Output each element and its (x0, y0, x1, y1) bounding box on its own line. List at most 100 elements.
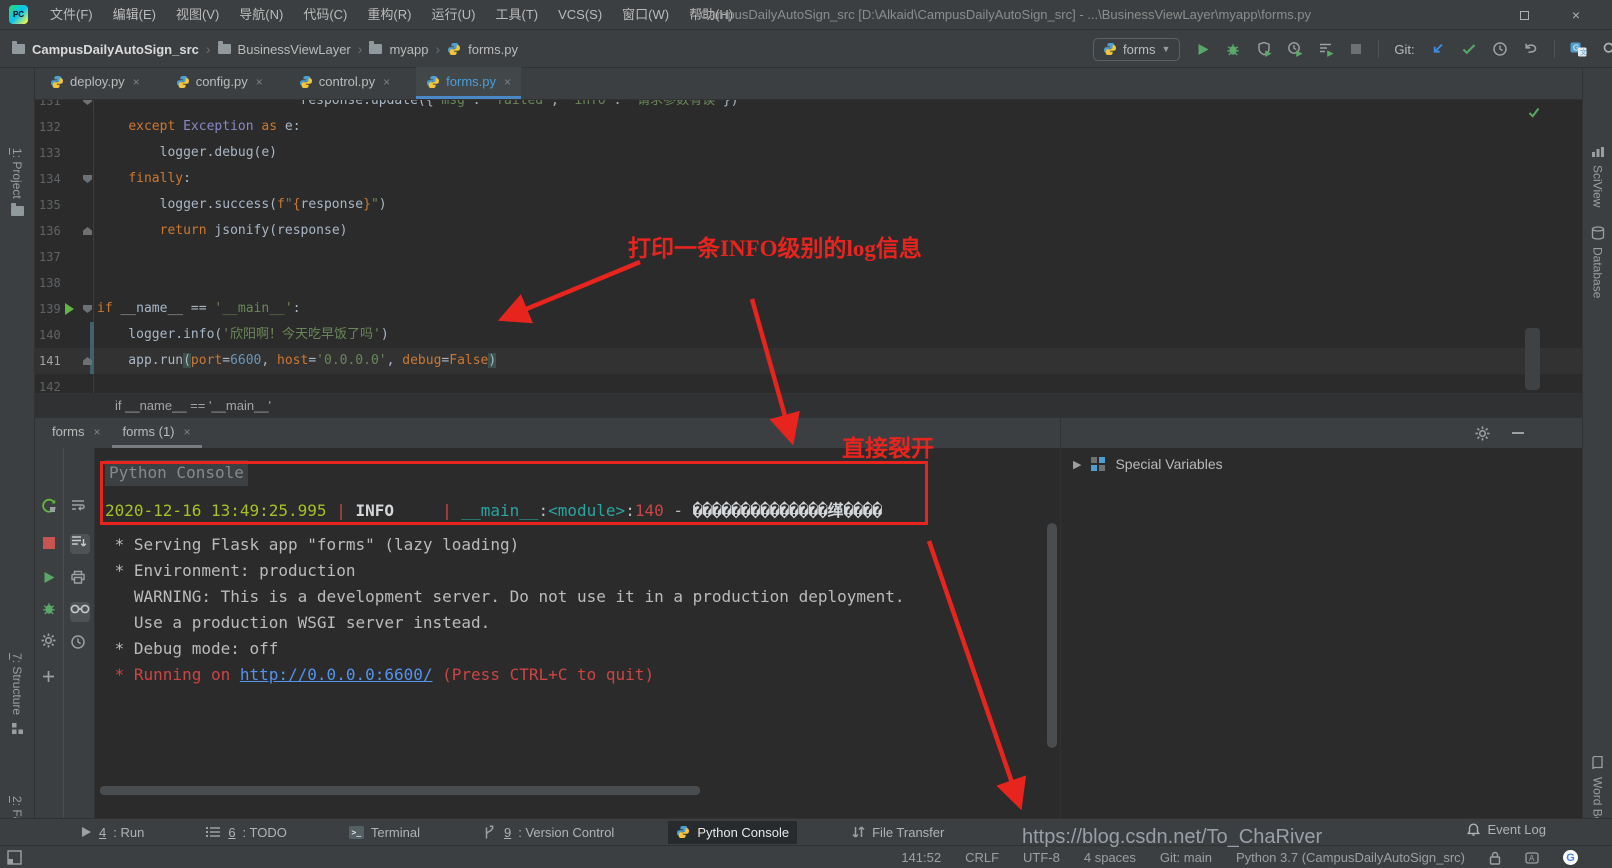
code-line-131[interactable]: 131 response.update({'msg': 'failed', 'i… (35, 100, 1582, 114)
google-translate-icon[interactable]: G (1563, 850, 1578, 865)
status-item-0[interactable]: 141:52 (901, 850, 941, 865)
console-settings-button[interactable] (41, 633, 61, 653)
close-icon[interactable]: × (133, 75, 140, 89)
toolwindow-button-python-console[interactable]: Python Console (668, 821, 797, 844)
menu-item-9[interactable]: 窗口(W) (612, 0, 679, 30)
menu-item-3[interactable]: 导航(N) (229, 0, 293, 30)
code-line-138[interactable]: 138 (35, 270, 1582, 296)
toolwindow-button-todo[interactable]: 6: TODO (198, 821, 295, 844)
hide-panel-button[interactable] (1512, 432, 1524, 434)
stripe-sciview[interactable]: SciView (1583, 146, 1612, 207)
resume-button[interactable] (41, 570, 61, 590)
status-item-3[interactable]: 4 spaces (1084, 850, 1136, 865)
profiler-button[interactable] (1287, 41, 1303, 57)
console-tab-0[interactable]: forms× (41, 418, 112, 448)
toolwindow-toggle-icon[interactable] (7, 850, 22, 868)
editor-tab-deploy-py[interactable]: deploy.py× (40, 67, 150, 99)
toolwindow-button-terminal[interactable]: >_Terminal (341, 821, 428, 844)
fold-marker-icon[interactable] (83, 100, 92, 105)
run-button[interactable] (1195, 42, 1210, 57)
lock-icon[interactable] (1489, 851, 1501, 865)
menu-item-8[interactable]: VCS(S) (548, 0, 612, 30)
toolwindow-button-version-control[interactable]: 9: Version Control (474, 821, 622, 844)
close-button[interactable]: × (1568, 7, 1584, 23)
terminal-icon: >_ (349, 826, 364, 839)
add-button[interactable] (41, 669, 61, 689)
editor-tab-config-py[interactable]: config.py× (166, 67, 273, 99)
server-url-link[interactable]: http://0.0.0.0:6600/ (240, 665, 433, 684)
code-line-135[interactable]: 135 logger.success(f"{response}") (35, 192, 1582, 218)
fold-marker-icon[interactable] (83, 175, 92, 183)
close-icon[interactable]: × (504, 75, 511, 89)
scroll-to-end-button[interactable] (70, 534, 90, 554)
stop-console-button[interactable] (41, 535, 61, 555)
event-log-button[interactable]: Event Log (1466, 822, 1546, 837)
special-variables-header[interactable]: ▶ Special Variables (1073, 456, 1223, 472)
menu-item-2[interactable]: 视图(V) (166, 0, 229, 30)
coverage-button[interactable] (1256, 41, 1272, 57)
console-tab-1[interactable]: forms (1)× (112, 418, 202, 448)
run-configuration-select[interactable]: forms ▼ (1093, 38, 1180, 61)
close-icon[interactable]: × (256, 75, 263, 89)
console-horizontal-scrollbar[interactable] (100, 786, 700, 795)
history-button[interactable] (1492, 41, 1508, 57)
breadcrumb-item-0[interactable]: CampusDailyAutoSign_src (32, 42, 199, 57)
stripe-database[interactable]: Database (1583, 226, 1612, 298)
menu-item-5[interactable]: 重构(R) (357, 0, 421, 30)
stripe-structure[interactable]: 7: Structure (0, 653, 34, 735)
editor-breadcrumb-bar[interactable]: if __name__ == '__main__' (35, 393, 1582, 418)
status-item-1[interactable]: CRLF (965, 850, 999, 865)
preview-glasses-button[interactable] (70, 602, 90, 622)
menu-item-1[interactable]: 编辑(E) (103, 0, 166, 30)
code-line-141[interactable]: 141 app.run(port=6600, host='0.0.0.0', d… (35, 348, 1582, 374)
title-bar: PC 文件(F)编辑(E)视图(V)导航(N)代码(C)重构(R)运行(U)工具… (0, 0, 1612, 30)
code-line-132[interactable]: 132 except Exception as e: (35, 114, 1582, 140)
code-line-133[interactable]: 133 logger.debug(e) (35, 140, 1582, 166)
status-item-5[interactable]: Python 3.7 (CampusDailyAutoSign_src) (1236, 850, 1465, 865)
status-item-2[interactable]: UTF-8 (1023, 850, 1060, 865)
menu-item-0[interactable]: 文件(F) (40, 0, 103, 30)
git-update-button[interactable] (1430, 41, 1446, 57)
editor-tab-forms-py[interactable]: forms.py× (416, 67, 521, 99)
menu-item-7[interactable]: 工具(T) (485, 0, 548, 30)
editor-tab-control-py[interactable]: control.py× (289, 67, 400, 99)
run-line-icon[interactable] (65, 303, 74, 315)
concurrency-button[interactable] (1318, 41, 1334, 57)
debug-console-button[interactable] (41, 600, 61, 620)
debug-button[interactable] (1225, 41, 1241, 57)
history-console-button[interactable] (70, 634, 90, 654)
breadcrumb-item-1[interactable]: BusinessViewLayer (238, 42, 351, 57)
print-button[interactable] (70, 570, 90, 590)
git-commit-button[interactable] (1461, 41, 1477, 57)
breadcrumb-item-3[interactable]: forms.py (468, 42, 518, 57)
toolwindow-button-run[interactable]: 4: Run (72, 821, 152, 844)
menu-item-6[interactable]: 运行(U) (421, 0, 485, 30)
console-vertical-scrollbar[interactable] (1047, 523, 1057, 748)
search-icon[interactable] (1602, 41, 1612, 57)
fold-marker-icon[interactable] (83, 227, 92, 235)
breadcrumb-item-2[interactable]: myapp (389, 42, 428, 57)
stripe-project[interactable]: 1: Project (0, 148, 34, 216)
close-icon[interactable]: × (94, 425, 101, 439)
rerun-button[interactable] (41, 498, 61, 518)
code-line-142[interactable]: 142 (35, 374, 1582, 393)
fold-marker-icon[interactable] (83, 305, 92, 313)
code-line-134[interactable]: 134 finally: (35, 166, 1582, 192)
toolwindow-button-file-transfer[interactable]: File Transfer (843, 821, 952, 844)
rollback-button[interactable] (1523, 41, 1539, 57)
gear-icon[interactable] (1475, 426, 1490, 441)
menu-item-4[interactable]: 代码(C) (293, 0, 357, 30)
maximize-button[interactable] (1516, 7, 1532, 23)
translate-icon[interactable]: G文 (1570, 41, 1587, 57)
soft-wrap-button[interactable] (70, 498, 90, 518)
expander-icon[interactable]: ▶ (1073, 458, 1081, 471)
editor-scrollbar[interactable] (1525, 328, 1540, 390)
status-item-4[interactable]: Git: main (1160, 850, 1212, 865)
inspection-ok-icon[interactable] (1527, 105, 1541, 124)
close-icon[interactable]: × (383, 75, 390, 89)
close-icon[interactable]: × (184, 425, 191, 439)
input-method-icon[interactable]: A (1525, 851, 1539, 865)
running-line: * Running on http://0.0.0.0:6600/ (Press… (105, 662, 654, 688)
code-line-140[interactable]: 140 logger.info('欣阳啊！今天吃早饭了吗') (35, 322, 1582, 348)
code-line-139[interactable]: 139if __name__ == '__main__': (35, 296, 1582, 322)
